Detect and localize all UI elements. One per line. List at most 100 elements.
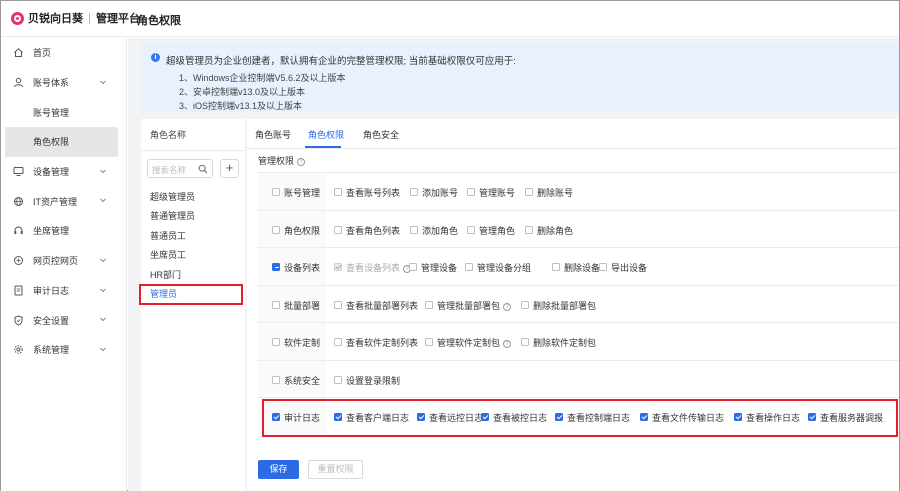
permission-label-text: 管理账号 bbox=[479, 188, 516, 199]
permission-label: 查看批量部署列表 bbox=[346, 299, 418, 312]
notice-item: 2、安卓控制端v13.0及以上版本 bbox=[179, 87, 306, 97]
web-icon bbox=[13, 255, 24, 266]
permission-checkbox[interactable] bbox=[525, 187, 533, 196]
sunflower-logo-icon bbox=[11, 11, 24, 25]
tab-role-permissions[interactable]: 角色权限 bbox=[308, 128, 344, 141]
permission-checkbox[interactable] bbox=[521, 300, 529, 309]
sidebar-item-label: 坐席管理 bbox=[33, 226, 70, 237]
permission-checkbox[interactable] bbox=[334, 262, 342, 271]
permission-label: 添加账号 bbox=[422, 186, 458, 199]
reset-permissions-button[interactable]: 重置权限 bbox=[308, 460, 363, 479]
role-search-input[interactable]: 搜索名称 bbox=[147, 159, 213, 178]
brand-logo[interactable]: 贝锐向日葵 管理平台 bbox=[11, 10, 140, 26]
permission-checkbox[interactable] bbox=[552, 262, 560, 271]
save-button[interactable]: 保存 bbox=[258, 460, 299, 479]
sidebar-item-11[interactable]: 系统管理 bbox=[1, 335, 126, 365]
help-icon[interactable]: ? bbox=[297, 157, 306, 166]
permission-checkbox[interactable] bbox=[467, 225, 475, 234]
add-role-button[interactable]: + bbox=[220, 159, 239, 178]
sidebar-item-8[interactable]: 网页控网页 bbox=[1, 246, 126, 276]
sidebar-item-label: 账号体系 bbox=[33, 78, 70, 89]
help-icon[interactable]: ? bbox=[503, 339, 512, 348]
sidebar-item-label: 安全设置 bbox=[33, 315, 70, 326]
category-checkbox[interactable] bbox=[272, 262, 280, 271]
permission-label: 导出设备 bbox=[611, 261, 647, 274]
sidebar-item-9[interactable]: 审计日志 bbox=[1, 276, 126, 306]
permission-checkbox[interactable] bbox=[521, 337, 529, 346]
permission-checkbox[interactable] bbox=[425, 300, 433, 309]
role-list-item[interactable]: 普通员工 bbox=[150, 229, 186, 242]
role-list-item[interactable]: HR部门 bbox=[150, 268, 181, 281]
permission-title-text: 管理权限 bbox=[258, 156, 295, 166]
sidebar-item-1[interactable]: 首页 bbox=[1, 38, 126, 68]
permission-checkbox[interactable] bbox=[334, 225, 342, 234]
permission-checkbox[interactable] bbox=[410, 187, 418, 196]
role-list-item[interactable]: 普通管理员 bbox=[150, 209, 195, 222]
document-icon bbox=[13, 285, 24, 296]
monitor-icon bbox=[13, 166, 24, 177]
role-panel-header: 角色名称 bbox=[141, 119, 245, 151]
permission-label-text: 管理设备 bbox=[421, 263, 458, 274]
permission-checkbox[interactable] bbox=[410, 225, 418, 234]
permission-row: 批量部署 查看批量部署列表 管理批量部署包? 删除批量部署包 bbox=[258, 285, 899, 323]
chevron-down-icon bbox=[99, 315, 107, 323]
permission-checkbox[interactable] bbox=[465, 262, 473, 271]
permission-label: 管理角色 bbox=[479, 224, 515, 237]
permission-row: 系统安全 设置登录限制 bbox=[258, 360, 899, 398]
permission-checkbox[interactable] bbox=[334, 187, 342, 196]
permission-label-text: 查看软件定制列表 bbox=[346, 338, 419, 349]
category-checkbox[interactable] bbox=[272, 225, 280, 234]
permission-label: 删除批量部署包 bbox=[533, 299, 596, 312]
category-checkbox[interactable] bbox=[272, 375, 280, 384]
permission-label-text: 导出设备 bbox=[611, 263, 648, 274]
role-list-item[interactable]: 坐席员工 bbox=[150, 248, 186, 261]
permission-label-text: 添加账号 bbox=[422, 188, 459, 199]
permission-row: 软件定制 查看软件定制列表 管理软件定制包? 删除软件定制包 bbox=[258, 322, 899, 360]
sidebar-item-10[interactable]: 安全设置 bbox=[1, 305, 126, 335]
sidebar-item-3[interactable]: 账号管理 bbox=[1, 97, 126, 127]
permission-label: 管理账号 bbox=[479, 186, 515, 199]
sidebar-item-label: 首页 bbox=[33, 48, 52, 59]
role-list-item[interactable]: 超级管理员 bbox=[150, 190, 195, 203]
permission-label-text: 设置登录限制 bbox=[346, 376, 401, 387]
sidebar-item-2[interactable]: 账号体系 bbox=[1, 68, 126, 98]
permission-label-text: 管理软件定制包 bbox=[437, 338, 501, 349]
permission-category-label: 角色权限 bbox=[284, 226, 321, 237]
sidebar-item-5[interactable]: 设备管理 bbox=[1, 157, 126, 187]
permission-checkbox[interactable] bbox=[425, 337, 433, 346]
permission-label: 管理设备 bbox=[421, 261, 457, 274]
permission-label: 查看软件定制列表 bbox=[346, 336, 418, 349]
help-icon[interactable]: ? bbox=[503, 302, 512, 311]
category-checkbox[interactable] bbox=[272, 300, 280, 309]
permission-category-label: 设备列表 bbox=[284, 263, 321, 274]
top-bar: 贝锐向日葵 管理平台 角色权限 bbox=[1, 1, 899, 37]
permission-label-text: 管理设备分组 bbox=[477, 263, 532, 274]
sidebar-item-4[interactable]: 角色权限 bbox=[5, 127, 118, 157]
sidebar-item-label: 账号管理 bbox=[33, 107, 70, 118]
sidebar-item-6[interactable]: IT资产管理 bbox=[1, 186, 126, 216]
permission-label: 管理批量部署包? bbox=[437, 299, 512, 312]
category-checkbox[interactable] bbox=[272, 337, 280, 346]
permission-checkbox[interactable] bbox=[409, 262, 417, 271]
permission-label-text: 删除软件定制包 bbox=[533, 338, 597, 349]
permission-label-text: 删除批量部署包 bbox=[533, 301, 597, 312]
info-icon: i bbox=[151, 53, 160, 62]
permission-checkbox[interactable] bbox=[334, 375, 342, 384]
permission-label: 查看设备列表? bbox=[346, 261, 412, 274]
permission-checkbox[interactable] bbox=[525, 225, 533, 234]
notice-item: 1、Windows企业控制端V5.6.2及以上版本 bbox=[179, 73, 346, 83]
permission-checkbox[interactable] bbox=[334, 337, 342, 346]
sidebar-item-label: 网页控网页 bbox=[33, 256, 79, 267]
permission-label-text: 管理批量部署包 bbox=[437, 301, 501, 312]
tab-role-security[interactable]: 角色安全 bbox=[363, 128, 399, 141]
permission-checkbox[interactable] bbox=[599, 262, 607, 271]
tab-role-accounts[interactable]: 角色账号 bbox=[255, 128, 291, 141]
globe-icon bbox=[13, 196, 24, 207]
user-icon bbox=[13, 77, 24, 88]
permission-checkbox[interactable] bbox=[467, 187, 475, 196]
brand-divider bbox=[89, 12, 90, 24]
sidebar-item-7[interactable]: 坐席管理 bbox=[1, 216, 126, 246]
category-checkbox[interactable] bbox=[272, 187, 280, 196]
permission-checkbox[interactable] bbox=[334, 300, 342, 309]
permission-label: 删除软件定制包 bbox=[533, 336, 596, 349]
